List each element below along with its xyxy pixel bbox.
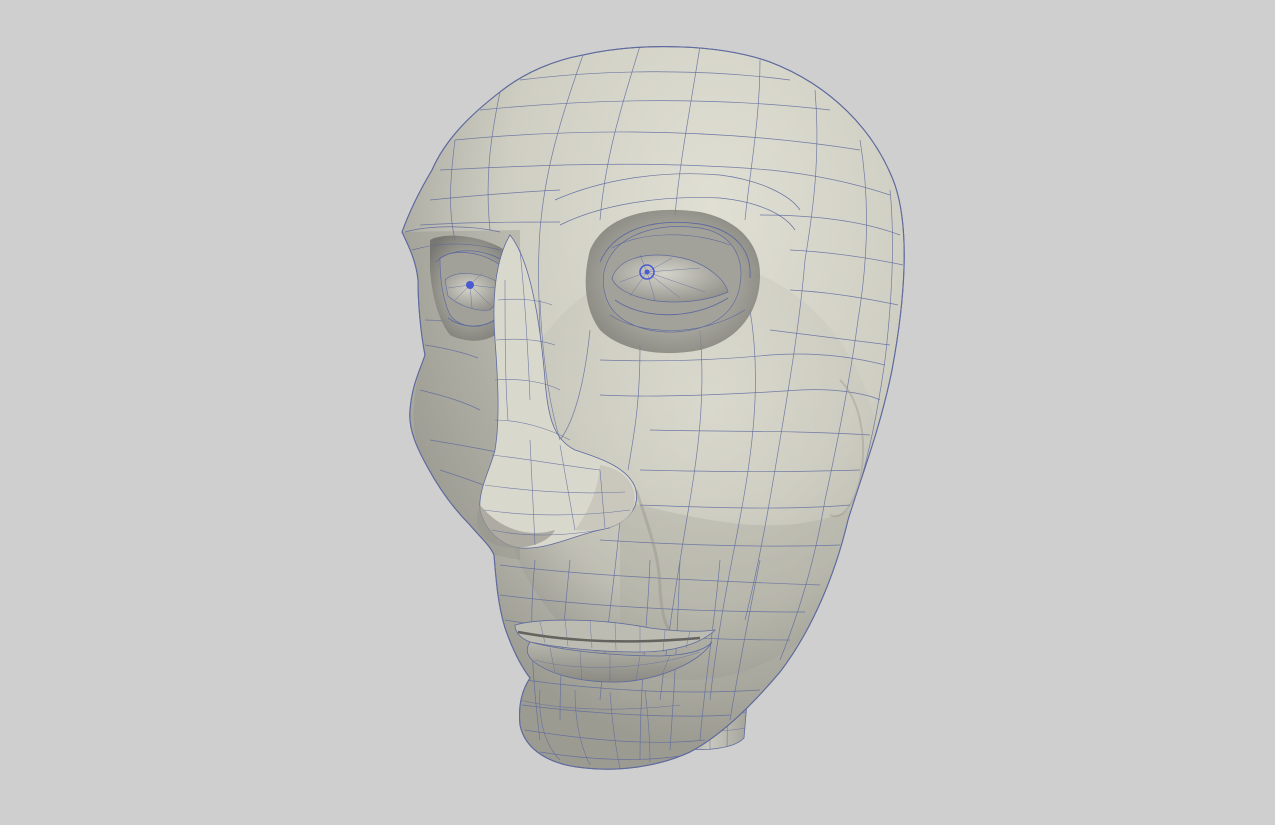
head-mesh-render bbox=[401, 46, 905, 770]
right-eye-socket bbox=[585, 209, 760, 354]
left-iris-icon bbox=[466, 281, 474, 289]
3d-viewport[interactable] bbox=[0, 0, 1275, 825]
head-surface bbox=[401, 46, 905, 770]
